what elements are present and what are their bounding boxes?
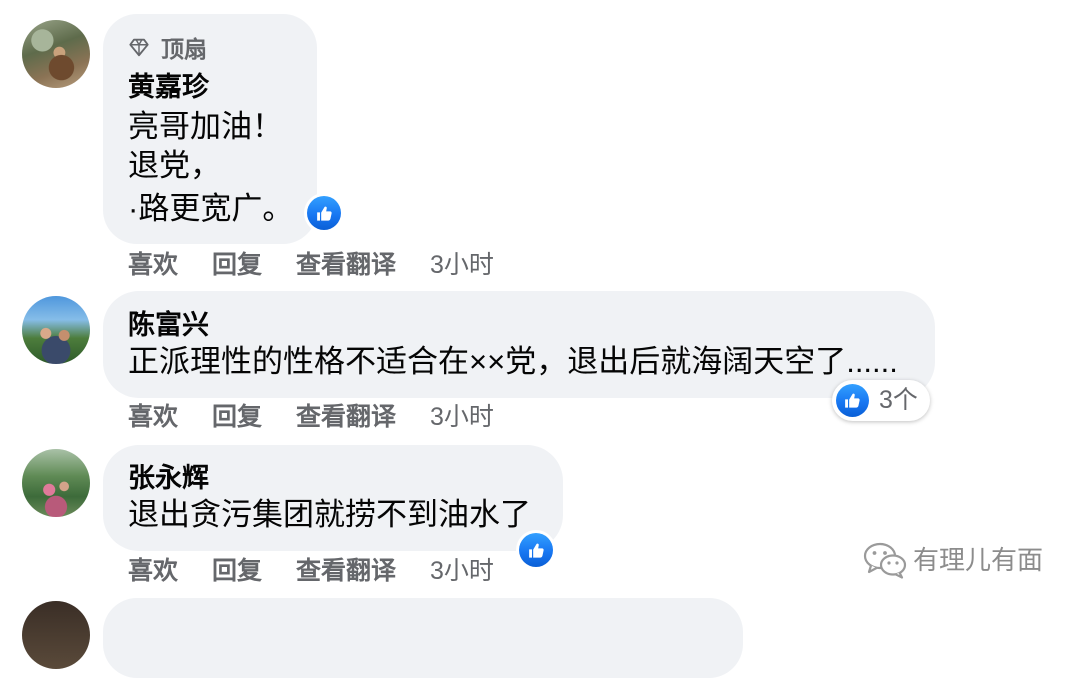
like-button[interactable]: 喜欢 [128,402,178,432]
reaction-summary[interactable] [304,193,344,233]
like-button[interactable]: 喜欢 [128,556,178,586]
avatar[interactable] [22,449,90,517]
see-translation-button[interactable]: 查看翻译 [296,402,396,432]
avatar[interactable] [22,20,90,88]
comment-actions: 喜欢 回复 查看翻译 3小时 [0,402,1080,432]
comment-author[interactable]: 黄嘉珍 [128,71,209,103]
comment-timestamp[interactable]: 3小时 [430,556,494,586]
like-icon [307,196,341,230]
reply-button[interactable]: 回复 [212,556,262,586]
wechat-icon [863,541,907,579]
comment-timestamp[interactable]: 3小时 [430,402,494,432]
comment-actions: 喜欢 回复 查看翻译 3小时 [0,250,1080,280]
comment-bubble: 顶扇 黄嘉珍 亮哥加油！ 退党， ·路更宽广。 [103,14,317,244]
see-translation-button[interactable]: 查看翻译 [296,556,396,586]
comment-bubble: 张永辉 退出贪污集团就捞不到油水了 [103,445,563,551]
comment-text-line: 退出贪污集团就捞不到油水了 [128,497,531,532]
reply-button[interactable]: 回复 [212,402,262,432]
avatar[interactable] [22,601,90,669]
comment-text-line: 正派理性的性格不适合在××党，退出后就海阔天空了...... [128,344,898,379]
badge-label: 顶扇 [161,36,207,62]
comment-timestamp[interactable]: 3小时 [430,250,494,280]
like-button[interactable]: 喜欢 [128,250,178,280]
comment-text-line: 退党， [128,148,221,183]
comment-text-line: 亮哥加油！ [128,109,283,144]
avatar[interactable] [22,296,90,364]
comment-author[interactable]: 张永辉 [128,462,209,494]
comment-bubble [103,598,743,678]
comment-text-line: ·路更宽广。 [128,191,294,226]
diamond-icon [128,36,150,58]
top-fan-badge: 顶扇 [128,32,207,62]
reply-button[interactable]: 回复 [212,250,262,280]
comment-author[interactable]: 陈富兴 [128,309,209,341]
comment-bubble: 陈富兴 正派理性的性格不适合在××党，退出后就海阔天空了...... [103,291,935,398]
see-translation-button[interactable]: 查看翻译 [296,250,396,280]
watermark-text: 有理儿有面 [913,545,1044,575]
